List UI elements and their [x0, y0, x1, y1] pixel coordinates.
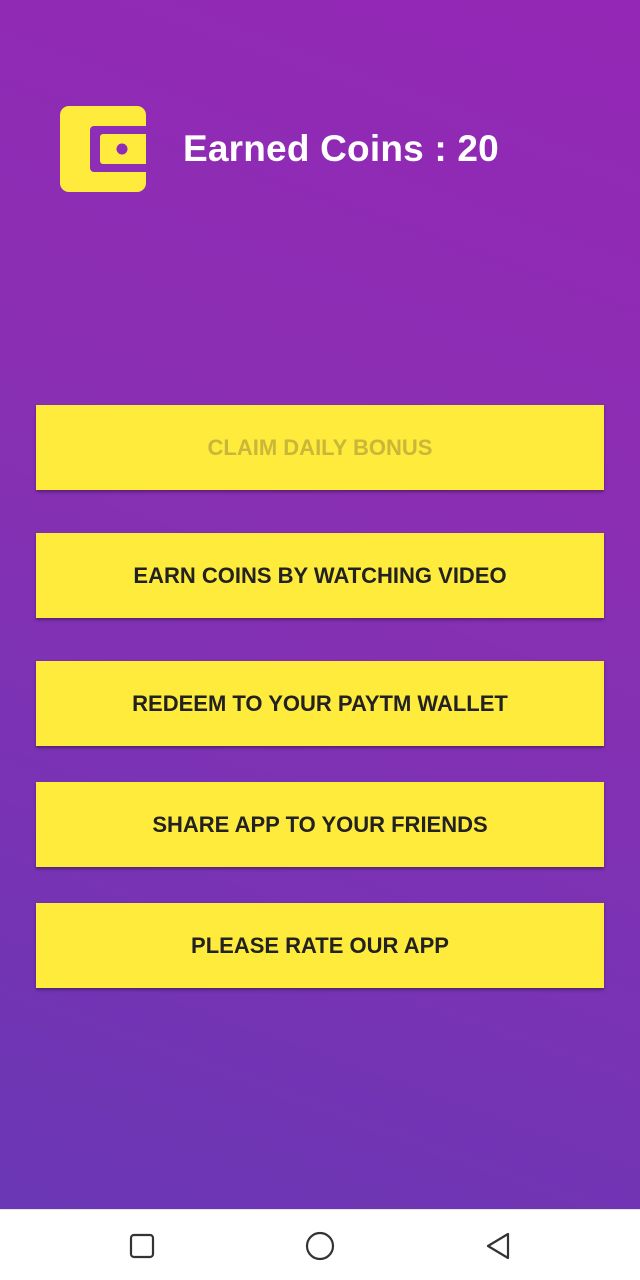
- header: Earned Coins : 20: [60, 106, 499, 192]
- share-app-button[interactable]: SHARE APP TO YOUR FRIENDS: [36, 782, 604, 867]
- rate-app-button[interactable]: PLEASE RATE OUR APP: [36, 903, 604, 988]
- back-button[interactable]: [478, 1226, 518, 1266]
- home-button[interactable]: [300, 1226, 340, 1266]
- system-navigation-bar: [0, 1209, 640, 1280]
- back-triangle-icon: [486, 1232, 510, 1260]
- main-panel: Earned Coins : 20 CLAIM DAILY BONUS EARN…: [0, 0, 640, 1209]
- app-screen: Earned Coins : 20 CLAIM DAILY BONUS EARN…: [0, 0, 640, 1280]
- recents-button[interactable]: [122, 1226, 162, 1266]
- home-circle-icon: [305, 1231, 335, 1261]
- wallet-icon: [60, 106, 146, 192]
- earn-coins-video-button[interactable]: EARN COINS BY WATCHING VIDEO: [36, 533, 604, 618]
- earned-coins-label: Earned Coins : 20: [183, 128, 499, 169]
- redeem-paytm-button[interactable]: REDEEM TO YOUR PAYTM WALLET: [36, 661, 604, 746]
- recents-square-icon: [129, 1233, 155, 1259]
- claim-daily-bonus-button[interactable]: CLAIM DAILY BONUS: [36, 405, 604, 490]
